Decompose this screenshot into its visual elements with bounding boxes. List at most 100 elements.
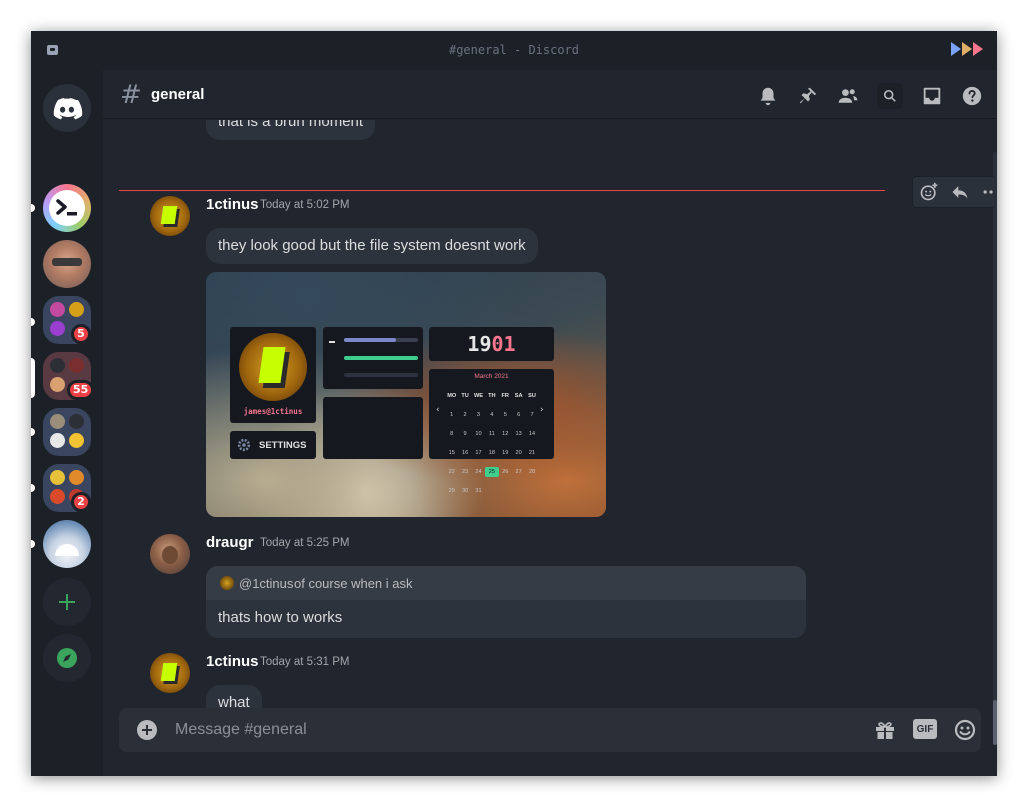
calendar-next[interactable]: › [540, 405, 544, 415]
plus-icon [142, 725, 152, 735]
unread-indicator [31, 318, 35, 326]
message-text: thats how to works [218, 609, 343, 626]
members-icon[interactable] [837, 85, 859, 107]
calendar-day[interactable]: 21 [525, 448, 538, 458]
mention-badge: 55 [67, 380, 95, 400]
avatar-draugr[interactable] [150, 534, 190, 574]
calendar-day[interactable]: 5 [499, 410, 512, 420]
scrollbar-track[interactable] [993, 152, 997, 732]
window-controls[interactable] [951, 42, 983, 56]
calendar-day[interactable]: 17 [472, 448, 485, 458]
inbox-icon[interactable] [921, 85, 943, 107]
calendar-day[interactable]: 23 [458, 467, 471, 477]
explore-servers-button[interactable] [43, 634, 91, 682]
calendar-weekday: MO [447, 393, 457, 399]
channel-header: # general [103, 70, 997, 119]
calendar-day[interactable]: 12 [499, 429, 512, 439]
maximize-chevron-icon[interactable] [962, 42, 972, 56]
server-avatar-glasses[interactable] [43, 240, 91, 288]
mention-badge: 5 [71, 324, 91, 344]
calendar-day[interactable]: 2 [458, 410, 471, 420]
calendar-day[interactable]: 13 [512, 429, 525, 439]
home-button[interactable] [43, 84, 91, 132]
message-actions [912, 176, 997, 208]
server-igloo[interactable] [43, 520, 91, 568]
calendar-day[interactable]: 28 [525, 467, 538, 477]
calendar-day[interactable]: 15 [445, 448, 458, 458]
scrollbar-thumb[interactable] [993, 700, 997, 745]
add-server-button[interactable] [43, 578, 91, 626]
calendar-weekday: TH [488, 393, 496, 399]
message-composer: GIF [119, 708, 981, 752]
calendar-weekday: FR [501, 393, 509, 399]
server-folder-3[interactable] [43, 408, 91, 456]
calendar-day[interactable]: 26 [499, 467, 512, 477]
calendar-day[interactable]: 24 [472, 467, 485, 477]
message-bubble: that is a bruh moment [206, 120, 376, 140]
unread-indicator [31, 204, 35, 212]
volume-bar [344, 356, 418, 360]
calendar-day[interactable]: 19 [499, 448, 512, 458]
reply-reference[interactable]: @1ctinus of course when i ask [206, 566, 806, 600]
avatar-1ctinus[interactable] [150, 196, 190, 236]
calendar-weekday: SU [528, 393, 536, 399]
help-icon[interactable] [961, 85, 983, 107]
username[interactable]: draugr [206, 534, 254, 551]
profile-widget: james@1ctinus [230, 327, 316, 423]
calendar-day[interactable]: 10 [472, 429, 485, 439]
calendar-day[interactable]: 30 [458, 486, 471, 496]
avatar-1ctinus[interactable] [150, 653, 190, 693]
calendar-day[interactable]: 14 [525, 429, 538, 439]
gift-button[interactable] [873, 718, 897, 742]
header-toolbar [757, 83, 983, 109]
calendar-day[interactable]: 29 [445, 486, 458, 496]
calendar-day[interactable]: 18 [485, 448, 498, 458]
reply-mention[interactable]: @1ctinus [239, 576, 293, 591]
server-terminal[interactable] [43, 184, 91, 232]
calendar-day[interactable]: 16 [458, 448, 471, 458]
calendar-day[interactable]: 31 [472, 486, 485, 496]
calendar-day[interactable]: 7 [525, 410, 538, 420]
calendar-day[interactable]: 6 [512, 410, 525, 420]
reply-avatar [220, 576, 234, 590]
calendar-month: March 2021 [474, 373, 509, 380]
calendar-day[interactable]: 25 [485, 467, 499, 477]
reply-icon[interactable] [950, 182, 970, 202]
username[interactable]: 1ctinus [206, 196, 259, 213]
hashtag-icon: # [120, 80, 142, 110]
calendar-day[interactable]: 11 [485, 429, 498, 439]
new-messages-divider [119, 190, 885, 191]
minimize-chevron-icon[interactable] [951, 42, 961, 56]
image-attachment[interactable]: james@1ctinus SETTINGS 1901 March 2021 ‹… [206, 272, 606, 517]
close-chevron-icon[interactable] [973, 42, 983, 56]
discord-window: #general - Discord 5 55 2 # general that… [31, 31, 997, 776]
message-input[interactable] [175, 708, 855, 752]
selected-indicator [31, 358, 35, 398]
calendar-day[interactable]: 1 [445, 410, 458, 420]
calendar-day[interactable]: 3 [472, 410, 485, 420]
music-widget [323, 327, 423, 389]
search-icon[interactable] [877, 83, 903, 109]
timestamp: Today at 5:25 PM [260, 537, 350, 549]
gif-button[interactable]: GIF [913, 719, 937, 739]
emoji-icon [954, 719, 976, 741]
calendar-prev[interactable]: ‹ [436, 405, 440, 415]
attach-button[interactable] [137, 720, 157, 740]
calendar-week: 1234567 [445, 401, 539, 420]
emoji-button[interactable] [953, 718, 977, 742]
pin-icon[interactable] [797, 85, 819, 107]
username[interactable]: 1ctinus [206, 653, 259, 670]
notification-bell-icon[interactable] [757, 85, 779, 107]
calendar-day[interactable]: 9 [458, 429, 471, 439]
calendar-day[interactable]: 20 [512, 448, 525, 458]
settings-widget: SETTINGS [230, 431, 316, 459]
empty-widget [323, 397, 423, 459]
calendar-weekdays: MO TU WE TH FR SA SU [445, 382, 539, 401]
calendar-day[interactable]: 8 [445, 429, 458, 439]
calendar-day[interactable]: 27 [512, 467, 525, 477]
calendar-weekday: TU [461, 393, 469, 399]
calendar-day[interactable]: 4 [485, 410, 498, 420]
calendar-day[interactable]: 22 [445, 467, 458, 477]
calendar-week: 29 30 31 [445, 477, 539, 496]
add-reaction-icon[interactable] [919, 182, 939, 202]
